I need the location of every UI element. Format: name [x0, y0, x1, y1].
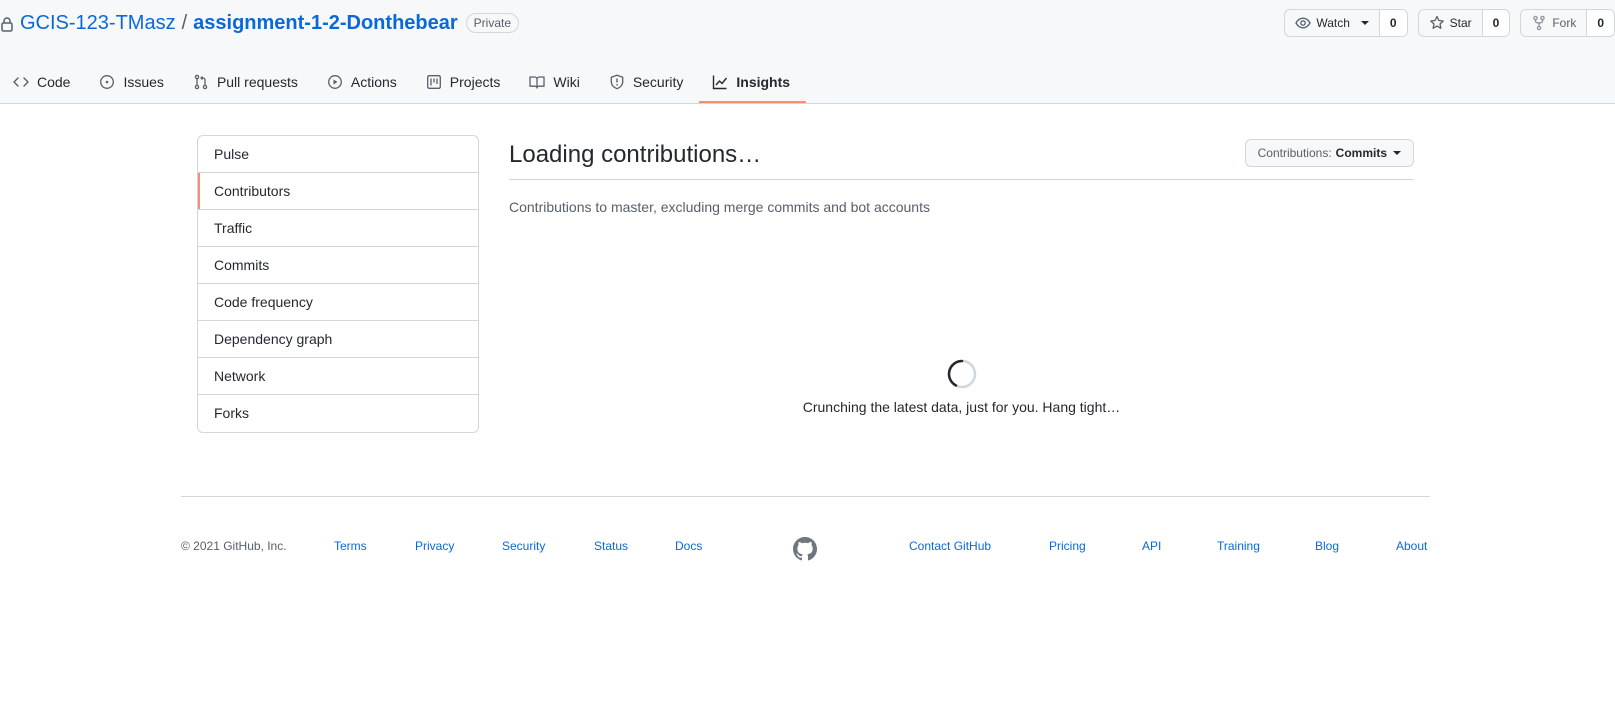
chevron-down-icon — [1360, 21, 1369, 25]
main-header: Loading contributions… Contributions: Co… — [509, 135, 1414, 180]
issue-icon — [99, 74, 115, 90]
footer-link-api[interactable]: API — [1142, 539, 1161, 553]
repo-header: GCIS-123-TMasz / assignment-1-2-Donthebe… — [0, 0, 1615, 104]
footer-link-pricing[interactable]: Pricing — [1049, 539, 1086, 553]
fork-count[interactable]: 0 — [1586, 10, 1614, 36]
eye-icon — [1295, 15, 1312, 31]
pull-request-icon — [193, 74, 209, 90]
page-title: Loading contributions… — [509, 141, 762, 168]
select-value: Commits — [1335, 146, 1387, 160]
footer-link-training[interactable]: Training — [1217, 539, 1260, 553]
shield-icon — [609, 74, 625, 90]
sidebar-item-contributors[interactable]: Contributors — [198, 173, 478, 210]
graph-icon — [712, 74, 728, 90]
tab-label: Projects — [449, 74, 501, 90]
fork-icon — [1531, 15, 1547, 31]
book-icon — [529, 74, 546, 90]
play-icon — [327, 74, 343, 90]
loading-message: Crunching the latest data, just for you.… — [802, 399, 1121, 415]
select-prefix: Contributions: — [1257, 146, 1332, 160]
insights-sidebar: Pulse Contributors Traffic Commits Code … — [197, 135, 479, 433]
repo-actions: Watch 0 Star 0 Fork 0 — [1284, 9, 1615, 37]
sidebar-item-pulse[interactable]: Pulse — [198, 136, 478, 173]
footer-divider — [181, 496, 1430, 497]
loading-spinner-icon — [946, 358, 978, 390]
watch-button[interactable]: Watch — [1285, 10, 1379, 36]
fork-label: Fork — [1552, 16, 1577, 30]
tab-label: Actions — [350, 74, 397, 90]
repo-owner-link[interactable]: GCIS-123-TMasz — [20, 12, 176, 35]
footer-link-privacy[interactable]: Privacy — [415, 539, 454, 553]
sidebar-item-code-frequency[interactable]: Code frequency — [198, 284, 478, 321]
footer-link-security[interactable]: Security — [502, 539, 545, 553]
site-footer: © 2021 GitHub, Inc. Terms Privacy Securi… — [181, 537, 1430, 561]
visibility-badge: Private — [465, 13, 520, 33]
tab-label: Issues — [123, 74, 164, 90]
project-icon — [426, 74, 442, 90]
footer-link-terms[interactable]: Terms — [334, 539, 367, 553]
footer-link-status[interactable]: Status — [594, 539, 628, 553]
repo-path-separator: / — [181, 11, 188, 34]
sidebar-item-network[interactable]: Network — [198, 358, 478, 395]
footer-link-docs[interactable]: Docs — [675, 539, 702, 553]
repo-nav-tabs: Code Issues Pull requests Actions Projec… — [0, 62, 807, 103]
sidebar-item-dependency-graph[interactable]: Dependency graph — [198, 321, 478, 358]
tab-actions[interactable]: Actions — [314, 62, 413, 102]
copyright-text: © 2021 GitHub, Inc. — [181, 539, 287, 553]
contributions-type-select[interactable]: Contributions: Commits — [1244, 139, 1414, 167]
star-icon — [1429, 15, 1445, 31]
tab-projects[interactable]: Projects — [413, 62, 517, 102]
github-logo-icon[interactable] — [793, 537, 817, 561]
tab-label: Pull requests — [216, 74, 298, 90]
star-label: Star — [1449, 16, 1472, 30]
tab-issues[interactable]: Issues — [86, 62, 179, 102]
fork-button[interactable]: Fork — [1521, 10, 1586, 36]
footer-link-about[interactable]: About — [1396, 539, 1427, 553]
repo-title: GCIS-123-TMasz / assignment-1-2-Donthebe… — [0, 8, 520, 38]
star-button[interactable]: Star — [1419, 10, 1482, 36]
sidebar-item-traffic[interactable]: Traffic — [198, 210, 478, 247]
star-button-group: Star 0 — [1417, 9, 1511, 37]
tab-label: Code — [37, 74, 71, 90]
star-count[interactable]: 0 — [1481, 10, 1510, 36]
contributions-description: Contributions to master, excluding merge… — [509, 199, 930, 215]
sidebar-item-commits[interactable]: Commits — [198, 247, 478, 284]
sidebar-item-forks[interactable]: Forks — [198, 395, 478, 432]
footer-link-blog[interactable]: Blog — [1315, 539, 1339, 553]
tab-wiki[interactable]: Wiki — [516, 62, 595, 102]
lock-icon — [0, 15, 14, 32]
tab-pull-requests[interactable]: Pull requests — [180, 62, 314, 102]
tab-label: Wiki — [553, 74, 580, 90]
contributors-main: Loading contributions… Contributions: Co… — [509, 135, 1414, 415]
fork-button-group: Fork 0 — [1520, 9, 1615, 37]
chevron-down-icon — [1393, 151, 1401, 155]
tab-code[interactable]: Code — [0, 62, 86, 102]
repo-name-link[interactable]: assignment-1-2-Donthebear — [193, 12, 458, 35]
tab-label: Insights — [736, 73, 791, 90]
tab-label: Security — [632, 74, 684, 90]
code-icon — [13, 74, 29, 90]
watch-count[interactable]: 0 — [1378, 10, 1407, 36]
watch-label: Watch — [1316, 16, 1350, 30]
tab-insights[interactable]: Insights — [699, 62, 807, 103]
watch-button-group: Watch 0 — [1284, 9, 1408, 37]
tab-security[interactable]: Security — [596, 62, 700, 102]
footer-link-contact-github[interactable]: Contact GitHub — [909, 539, 991, 553]
